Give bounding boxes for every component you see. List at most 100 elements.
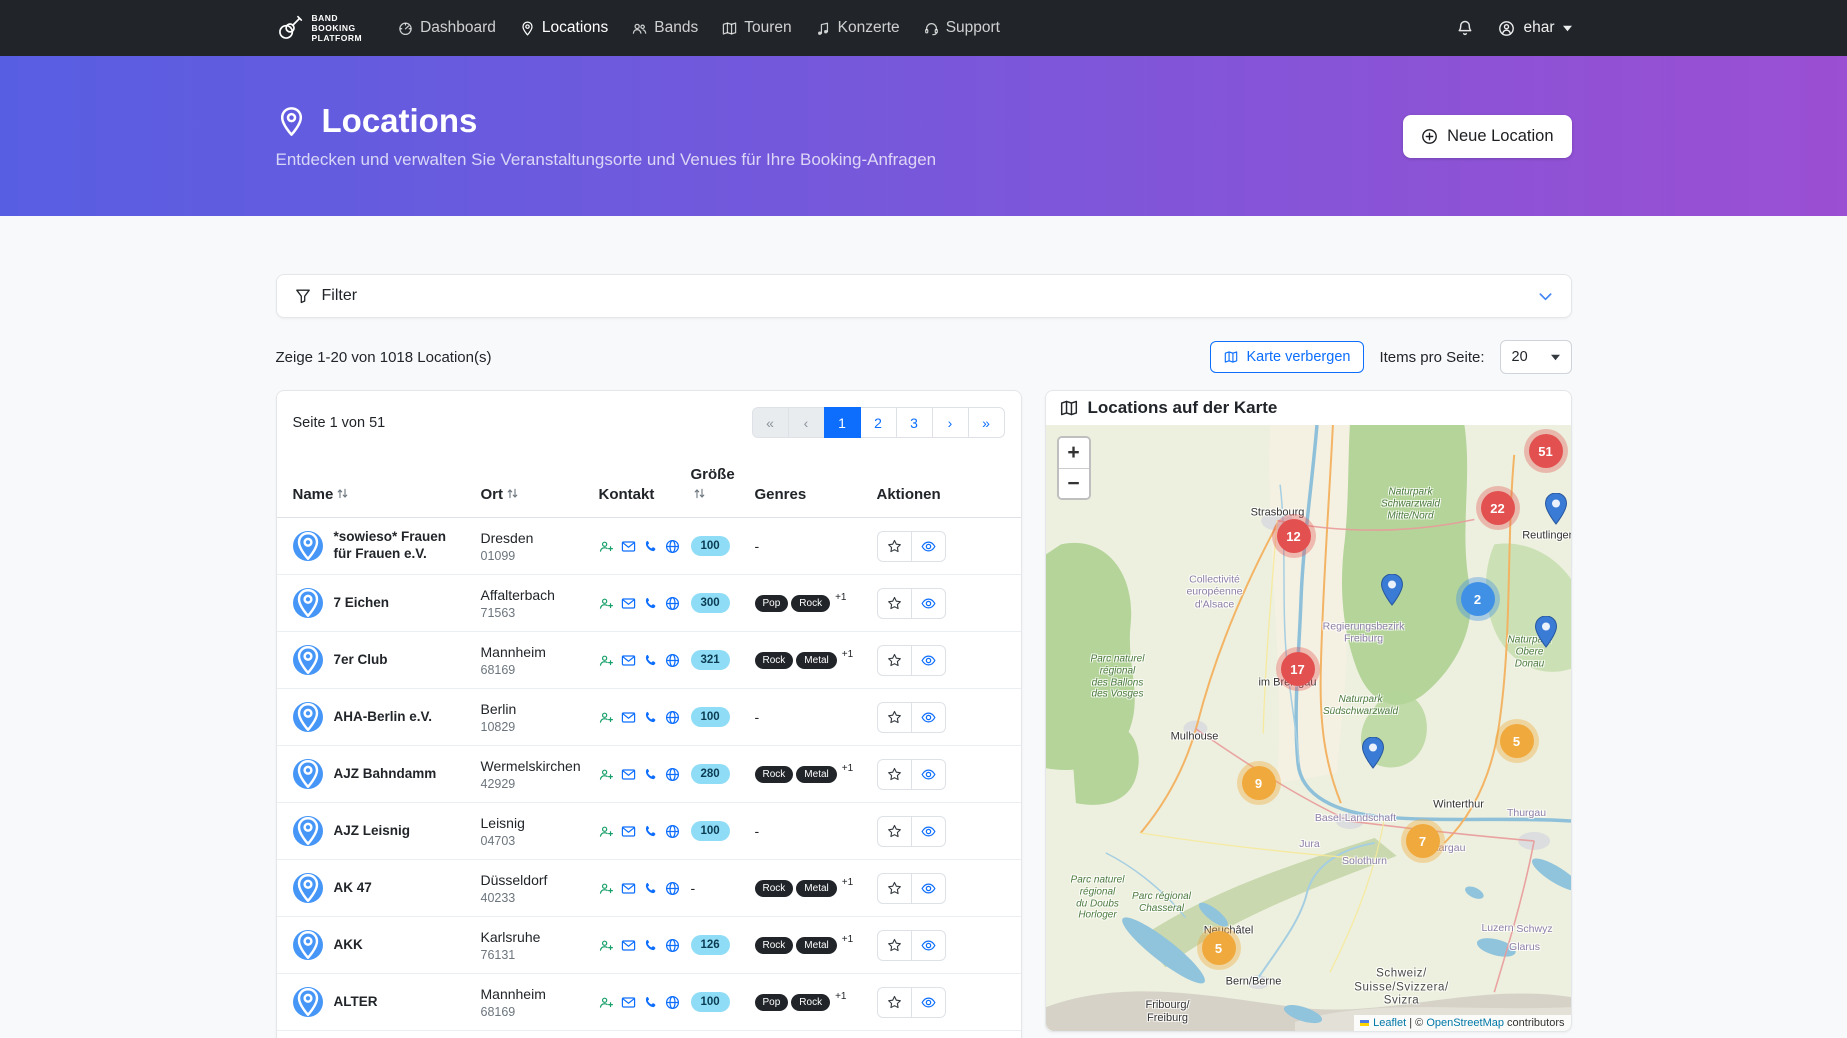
person-add-icon[interactable] [599,767,614,782]
person-add-icon[interactable] [599,824,614,839]
funnel-icon [295,288,311,304]
sort-icon [693,487,706,500]
page-button-2[interactable]: 2 [860,407,897,438]
person-add-icon[interactable] [599,881,614,896]
favorite-button[interactable] [877,702,912,733]
map-pin-marker[interactable] [1535,616,1557,648]
view-button[interactable] [911,930,946,961]
map-area[interactable]: + − Leaflet | © OpenStreetMap contributo… [1046,425,1571,1031]
envelope-icon[interactable] [621,653,636,668]
envelope-icon[interactable] [621,539,636,554]
phone-icon[interactable] [643,596,658,611]
map-cluster-marker[interactable]: 17 [1281,652,1315,686]
hide-map-button[interactable]: Karte verbergen [1210,341,1364,373]
nav-item-support[interactable]: Support [914,11,1010,45]
map-cluster-marker[interactable]: 7 [1406,824,1440,858]
page-button-‹[interactable]: ‹ [788,407,825,438]
phone-icon[interactable] [643,824,658,839]
page-button-›[interactable]: › [932,407,969,438]
column-header-name[interactable]: Name [277,454,473,518]
favorite-button[interactable] [877,816,912,847]
nav-item-dashboard[interactable]: Dashboard [388,11,506,45]
map-pin-marker[interactable] [1381,574,1403,606]
map-pin-marker[interactable] [1545,493,1567,525]
phone-icon[interactable] [643,938,658,953]
envelope-icon[interactable] [621,710,636,725]
envelope-icon[interactable] [621,881,636,896]
view-button[interactable] [911,645,946,676]
page-button-1[interactable]: 1 [824,407,861,438]
view-button[interactable] [911,816,946,847]
size-badge: 100 [691,536,730,556]
globe-icon[interactable] [665,938,680,953]
items-per-page-select[interactable]: 20 [1500,340,1572,374]
nav-item-locations[interactable]: Locations [510,11,618,45]
map-cluster-marker[interactable]: 9 [1242,766,1276,800]
envelope-icon[interactable] [621,824,636,839]
view-button[interactable] [911,531,946,562]
map-cluster-marker[interactable]: 5 [1500,724,1534,758]
favorite-button[interactable] [877,930,912,961]
nav-item-konzerte[interactable]: Konzerte [806,11,910,45]
view-button[interactable] [911,759,946,790]
osm-link[interactable]: OpenStreetMap [1426,1017,1504,1029]
map-cluster-marker[interactable]: 51 [1529,434,1563,468]
table-row: AKKKarlsruhe76131126RockMetal+1 [277,917,1021,974]
globe-icon[interactable] [665,539,680,554]
favorite-button[interactable] [877,759,912,790]
column-header-ort[interactable]: Ort [473,454,591,518]
favorite-button[interactable] [877,645,912,676]
map-cluster-marker[interactable]: 5 [1202,931,1236,965]
brand-logo[interactable]: BAND BOOKING PLATFORM [276,13,363,44]
zoom-in-button[interactable]: + [1059,438,1089,468]
envelope-icon[interactable] [621,938,636,953]
map-cluster-marker[interactable]: 2 [1461,582,1495,616]
globe-icon[interactable] [665,710,680,725]
nav-item-bands[interactable]: Bands [622,11,708,45]
phone-icon[interactable] [643,995,658,1010]
new-location-button[interactable]: Neue Location [1403,115,1571,158]
contact-links [599,995,675,1010]
phone-icon[interactable] [643,881,658,896]
person-add-icon[interactable] [599,653,614,668]
column-header-groesse[interactable]: Größe [683,454,747,518]
favorite-button[interactable] [877,873,912,904]
page-button-«[interactable]: « [752,407,789,438]
phone-icon[interactable] [643,653,658,668]
view-button[interactable] [911,987,946,1018]
phone-icon[interactable] [643,539,658,554]
page-button-3[interactable]: 3 [896,407,933,438]
envelope-icon[interactable] [621,596,636,611]
globe-icon[interactable] [665,995,680,1010]
globe-icon[interactable] [665,881,680,896]
page-button-»[interactable]: » [968,407,1005,438]
phone-icon[interactable] [643,710,658,725]
person-add-icon[interactable] [599,710,614,725]
leaflet-link[interactable]: Leaflet [1373,1017,1406,1029]
globe-icon[interactable] [665,653,680,668]
view-button[interactable] [911,873,946,904]
person-add-icon[interactable] [599,596,614,611]
globe-icon[interactable] [665,767,680,782]
phone-icon[interactable] [643,767,658,782]
filter-panel[interactable]: Filter [276,274,1572,318]
envelope-icon[interactable] [621,995,636,1010]
user-menu[interactable]: ehar [1498,19,1571,37]
bell-icon[interactable] [1456,19,1474,37]
globe-icon[interactable] [665,596,680,611]
zoom-out-button[interactable]: − [1059,468,1089,498]
favorite-button[interactable] [877,987,912,1018]
map-pin-marker[interactable] [1362,737,1384,769]
nav-item-touren[interactable]: Touren [712,11,801,45]
person-add-icon[interactable] [599,539,614,554]
view-button[interactable] [911,702,946,733]
person-add-icon[interactable] [599,938,614,953]
favorite-button[interactable] [877,531,912,562]
globe-icon[interactable] [665,824,680,839]
envelope-icon[interactable] [621,767,636,782]
map-cluster-marker[interactable]: 12 [1277,519,1311,553]
favorite-button[interactable] [877,588,912,619]
map-cluster-marker[interactable]: 22 [1481,491,1515,525]
view-button[interactable] [911,588,946,619]
person-add-icon[interactable] [599,995,614,1010]
